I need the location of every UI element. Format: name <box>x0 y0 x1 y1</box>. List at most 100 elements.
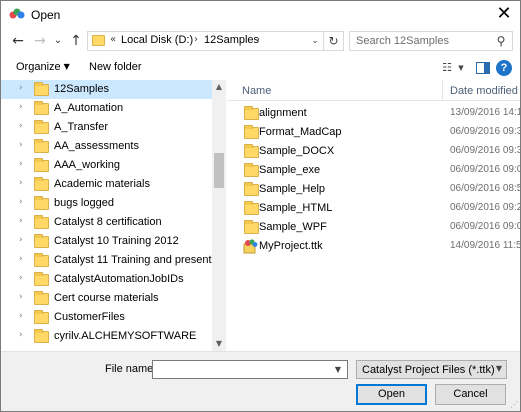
folder-icon <box>244 144 259 158</box>
column-date-header[interactable]: Date modified <box>450 85 518 97</box>
search-input[interactable] <box>356 34 486 48</box>
search-icon[interactable]: ⚲ <box>494 34 508 48</box>
file-name-label: File name: <box>105 363 157 375</box>
tree-item[interactable]: › Catalyst 11 Training and presentation <box>1 251 226 270</box>
tree-item[interactable]: › Academic materials <box>1 175 212 194</box>
file-date-modified: 06/09/2016 09:00 <box>450 164 520 175</box>
recent-locations-chevron-icon[interactable]: ⌄ <box>49 30 67 52</box>
folder-icon <box>34 291 49 305</box>
expand-chevron-icon[interactable]: › <box>19 254 23 264</box>
address-bar[interactable]: « Local Disk (D:) › 12Samples › ⌄ <box>87 31 324 51</box>
expand-chevron-icon[interactable]: › <box>19 121 23 131</box>
help-icon[interactable]: ? <box>496 60 512 76</box>
tree-item[interactable]: › A_Automation <box>1 99 212 118</box>
tree-item-label: 12Samples <box>54 83 110 95</box>
command-toolbar: Organize ▼ New folder ☷ ▼ ? <box>1 57 520 79</box>
overflow-chevron-icon[interactable]: « <box>110 34 116 45</box>
expand-chevron-icon[interactable]: › <box>19 102 23 112</box>
tree-item[interactable]: › AA_assessments <box>1 137 212 156</box>
tree-item-label: AAA_working <box>54 159 121 171</box>
file-name-combobox[interactable]: ▼ <box>152 360 348 379</box>
file-list-pane[interactable]: ⌃ Name Date modified alignment 13/09/2016… <box>227 80 520 351</box>
expand-chevron-icon[interactable]: › <box>19 235 23 245</box>
address-dropdown-icon[interactable]: ⌄ <box>307 32 323 50</box>
tree-item[interactable]: › bugs logged <box>1 194 212 213</box>
breadcrumb-12samples[interactable]: 12Samples <box>204 34 259 46</box>
file-date-modified: 06/09/2016 09:30 <box>450 126 520 137</box>
file-name-input[interactable] <box>156 363 326 377</box>
scroll-up-icon[interactable]: ▲ <box>212 80 226 94</box>
back-button[interactable]: ← <box>9 30 27 52</box>
tree-item[interactable]: › Catalyst 8 certification <box>1 213 212 232</box>
expand-chevron-icon[interactable]: › <box>19 311 23 321</box>
column-divider[interactable] <box>442 80 443 101</box>
expand-chevron-icon[interactable]: › <box>19 83 23 93</box>
folder-icon <box>34 139 49 153</box>
expand-chevron-icon[interactable]: › <box>19 292 23 302</box>
expand-chevron-icon[interactable]: › <box>19 273 23 283</box>
file-row[interactable]: Sample_DOCX 06/09/2016 09:32 <box>227 143 520 160</box>
tree-scrollbar[interactable]: ▲ ▼ <box>212 80 226 351</box>
expand-chevron-icon[interactable]: › <box>19 197 23 207</box>
refresh-button[interactable]: ↻ <box>324 31 344 51</box>
expand-chevron-icon[interactable]: › <box>19 178 23 188</box>
tree-item-label: Catalyst 8 certification <box>54 216 162 228</box>
folder-icon <box>34 272 49 286</box>
file-name: Format_MadCap <box>259 126 342 138</box>
folder-icon <box>34 177 49 191</box>
new-folder-button[interactable]: New folder <box>89 61 142 73</box>
tree-item[interactable]: › Cert course materials <box>1 289 212 308</box>
preview-pane-icon[interactable] <box>476 62 490 74</box>
expand-chevron-icon[interactable]: › <box>19 140 23 150</box>
close-button[interactable]: ✕ <box>488 1 520 29</box>
breadcrumb-local-disk[interactable]: Local Disk (D:) <box>121 34 193 46</box>
organize-label: Organize <box>16 61 61 73</box>
scroll-thumb[interactable] <box>214 153 224 188</box>
folder-icon <box>34 101 49 115</box>
expand-chevron-icon[interactable]: › <box>19 159 23 169</box>
open-button[interactable]: Open <box>356 384 427 405</box>
cancel-button[interactable]: Cancel <box>435 384 506 405</box>
view-caret-icon[interactable]: ▼ <box>452 59 470 77</box>
navigation-pane[interactable]: › 12Samples › A_Automation › A_Transfer › AA_as… <box>1 80 226 351</box>
tree-item[interactable]: › A_Transfer <box>1 118 212 137</box>
file-row[interactable]: MyProject.ttk 14/09/2016 11:51 <box>227 238 520 255</box>
tree-item-label: A_Automation <box>54 102 124 114</box>
breadcrumb-chevron-icon[interactable]: › <box>256 34 260 45</box>
file-name: Sample_Help <box>259 183 326 195</box>
breadcrumb-chevron-icon[interactable]: › <box>194 34 198 45</box>
forward-button[interactable]: → <box>31 30 49 52</box>
file-row[interactable]: alignment 13/09/2016 14:18 <box>227 105 520 122</box>
file-row[interactable]: Sample_WPF 06/09/2016 09:01 <box>227 219 520 236</box>
folder-icon <box>34 82 49 96</box>
folder-icon <box>244 220 259 234</box>
expand-chevron-icon[interactable]: › <box>19 330 23 340</box>
tree-item[interactable]: › CatalystAutomationJobIDs <box>1 270 212 289</box>
file-row[interactable]: Sample_exe 06/09/2016 09:00 <box>227 162 520 179</box>
view-controls: ☷ ▼ ? <box>434 59 514 77</box>
file-date-modified: 13/09/2016 14:18 <box>450 107 520 118</box>
file-row[interactable]: Format_MadCap 06/09/2016 09:30 <box>227 124 520 141</box>
tree-item-label: CatalystAutomationJobIDs <box>54 273 184 285</box>
tree-item[interactable]: › AAA_working <box>1 156 212 175</box>
folder-icon <box>244 125 259 139</box>
dialog-title: Open <box>31 8 61 22</box>
scroll-down-icon[interactable]: ▼ <box>212 337 226 351</box>
up-button[interactable]: ↑ <box>67 30 85 52</box>
tree-item[interactable]: › 12Samples <box>1 80 212 99</box>
resize-grip-icon[interactable]: ⋰ <box>510 400 518 409</box>
file-type-dropdown-icon[interactable]: ▼ <box>496 364 502 373</box>
tree-item[interactable]: › Catalyst 10 Training 2012 <box>1 232 212 251</box>
expand-chevron-icon[interactable]: › <box>19 216 23 226</box>
tree-item-label: CustomerFiles <box>54 311 125 323</box>
file-row[interactable]: Sample_Help 06/09/2016 08:57 <box>227 181 520 198</box>
file-name: Sample_exe <box>259 164 321 176</box>
tree-item[interactable]: › cyrilv.ALCHEMYSOFTWARE <box>1 327 212 346</box>
file-row[interactable]: Sample_HTML 06/09/2016 09:27 <box>227 200 520 217</box>
file-type-select[interactable]: Catalyst Project Files (*.ttk) ▼ <box>356 360 507 379</box>
column-name-header[interactable]: Name <box>242 85 271 97</box>
organize-button[interactable]: Organize ▼ <box>16 61 70 73</box>
tree-item[interactable]: › CustomerFiles <box>1 308 212 327</box>
search-box[interactable]: ⚲ <box>349 31 513 51</box>
file-name-dropdown-icon[interactable]: ▼ <box>331 362 345 377</box>
